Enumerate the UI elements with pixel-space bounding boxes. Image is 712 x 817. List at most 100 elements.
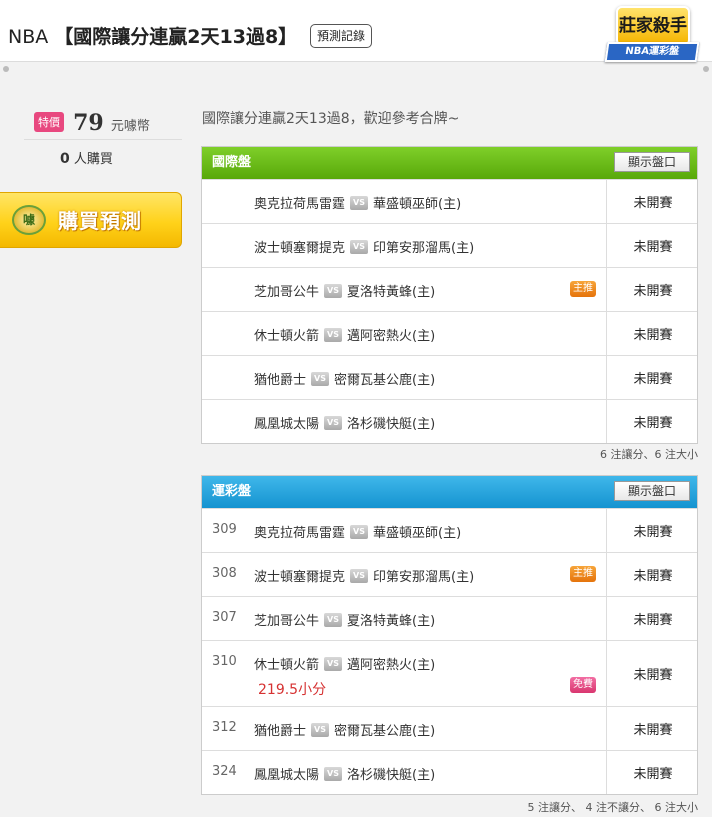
game-code: 310 [212,654,237,669]
game-cell: 310 休士頓火箭 VS 邁阿密熱火(主) 免費 219.5小分 [202,641,607,706]
away-team: 波士頓塞爾提克 [254,570,346,585]
matchup: 休士頓火箭 VS 邁阿密熱火(主) [254,325,435,344]
game-cell: 奧克拉荷馬雷霆 VS 華盛頓巫師(主) [202,180,607,223]
vs-icon: VS [324,415,343,430]
game-cell: 猶他爵士 VS 密爾瓦基公鹿(主) [202,356,607,399]
home-team: 洛杉磯快艇(主) [347,768,436,783]
matchup: 波士頓塞爾提克 VS 印第安那溜馬(主) [254,566,474,585]
vs-icon: VS [324,612,343,627]
vs-icon: VS [324,283,343,298]
game-status: 未開賽 [633,196,673,211]
coin-icon: 噱 [12,205,46,235]
featured-badge: 主推 [570,566,596,582]
matchup: 休士頓火箭 VS 邁阿密熱火(主) [254,654,435,673]
prediction-record-button[interactable]: 預測記錄 [310,24,373,48]
game-cell: 324 鳳凰城太陽 VS 洛杉磯快艇(主) [202,751,607,794]
game-row[interactable]: 鳳凰城太陽 VS 洛杉磯快艇(主) 未開賽 [202,399,697,443]
vs-icon: VS [311,722,330,737]
game-row[interactable]: 芝加哥公牛 VS 夏洛特黃蜂(主) 主推 未開賽 [202,267,697,311]
home-team: 華盛頓巫師(主) [373,197,462,212]
home-team: 邁阿密熱火(主) [347,329,436,344]
game-code: 309 [212,522,237,537]
page-title: NBA 【國際讓分連贏2天13過8】 [8,22,297,49]
game-cell: 308 波士頓塞爾提克 VS 印第安那溜馬(主) 主推 [202,553,607,596]
away-team: 猶他爵士 [254,373,307,388]
away-team: 鳳凰城太陽 [254,417,320,432]
game-row[interactable]: 休士頓火箭 VS 邁阿密熱火(主) 未開賽 [202,311,697,355]
intl-odds-panel: 國際盤 顯示盤口 奧克拉荷馬雷霆 VS 華盛頓巫師(主) 未開賽 波士頓塞爾提克 VS 印第… [201,146,698,444]
lottery-footnote: 5 注讓分、 4 注不讓分、 6 注大小 [527,801,698,814]
game-cell: 休士頓火箭 VS 邁阿密熱火(主) [202,312,607,355]
brand-logo: 莊家殺手 NBA運彩盤 [602,4,702,70]
game-cell: 芝加哥公牛 VS 夏洛特黃蜂(主) 主推 [202,268,607,311]
game-row[interactable]: 309 奧克拉荷馬雷霆 VS 華盛頓巫師(主) 未開賽 [202,508,697,552]
price-value: 79 [73,110,104,136]
buyers-label: 人購買 [73,152,113,167]
game-status: 未開賽 [633,767,673,782]
game-row[interactable]: 312 猶他爵士 VS 密爾瓦基公鹿(主) 未開賽 [202,706,697,750]
matchup: 猶他爵士 VS 密爾瓦基公鹿(主) [254,369,435,388]
game-row[interactable]: 波士頓塞爾提克 VS 印第安那溜馬(主) 未開賽 [202,223,697,267]
buy-prediction-button[interactable]: 噱 購買預測 [0,192,182,248]
matchup: 奧克拉荷馬雷霆 VS 華盛頓巫師(主) [254,522,461,541]
lottery-show-odds-button[interactable]: 顯示盤口 [614,481,690,501]
game-row[interactable]: 324 鳳凰城太陽 VS 洛杉磯快艇(主) 未開賽 [202,750,697,794]
home-team: 密爾瓦基公鹿(主) [334,724,436,739]
home-team: 印第安那溜馬(主) [373,570,475,585]
free-badge: 免費 [570,677,596,693]
away-team: 芝加哥公牛 [254,285,320,300]
game-code: 312 [212,720,237,735]
matchup: 鳳凰城太陽 VS 洛杉磯快艇(主) [254,413,435,432]
home-team: 印第安那溜馬(主) [373,241,475,256]
home-team: 夏洛特黃蜂(主) [347,285,436,300]
game-cell: 波士頓塞爾提克 VS 印第安那溜馬(主) [202,224,607,267]
game-row[interactable]: 猶他爵士 VS 密爾瓦基公鹿(主) 未開賽 [202,355,697,399]
intl-show-odds-button[interactable]: 顯示盤口 [614,152,690,172]
matchup: 芝加哥公牛 VS 夏洛特黃蜂(主) [254,610,435,629]
game-status: 未開賽 [633,372,673,387]
game-status: 未開賽 [633,328,673,343]
price-unit: 元噱幣 [110,119,150,134]
game-cell: 312 猶他爵士 VS 密爾瓦基公鹿(主) [202,707,607,750]
intl-panel-header: 國際盤 顯示盤口 [202,147,697,179]
buyers-count: 0 人購買 [60,148,113,167]
game-row[interactable]: 310 休士頓火箭 VS 邁阿密熱火(主) 免費 219.5小分 未開賽 [202,640,697,706]
game-row[interactable]: 308 波士頓塞爾提克 VS 印第安那溜馬(主) 主推 未開賽 [202,552,697,596]
lottery-games-list: 309 奧克拉荷馬雷霆 VS 華盛頓巫師(主) 未開賽 308 波士頓塞爾提克 VS 印第安那溜… [202,508,697,794]
corner-dot-left [3,66,9,72]
game-code: 307 [212,610,237,625]
game-code: 308 [212,566,237,581]
matchup: 鳳凰城太陽 VS 洛杉磯快艇(主) [254,764,435,783]
game-status: 未開賽 [633,416,673,431]
vs-icon: VS [324,327,343,342]
home-team: 華盛頓巫師(主) [373,526,462,541]
away-team: 猶他爵士 [254,724,307,739]
game-cell: 309 奧克拉荷馬雷霆 VS 華盛頓巫師(主) [202,509,607,552]
buy-prediction-label: 購買預測 [58,209,142,233]
matchup: 芝加哥公牛 VS 夏洛特黃蜂(主) [254,281,435,300]
brand-title: 莊家殺手 [616,6,690,46]
game-status: 未開賽 [633,284,673,299]
game-row[interactable]: 奧克拉荷馬雷霆 VS 華盛頓巫師(主) 未開賽 [202,179,697,223]
matchup: 猶他爵士 VS 密爾瓦基公鹿(主) [254,720,435,739]
game-status: 未開賽 [633,240,673,255]
game-row[interactable]: 307 芝加哥公牛 VS 夏洛特黃蜂(主) 未開賽 [202,596,697,640]
away-team: 休士頓火箭 [254,329,320,344]
brand-ribbon: NBA運彩盤 [604,42,700,62]
price-display: 特價 79 元噱幣 [34,110,150,136]
vs-icon: VS [350,524,369,539]
lottery-odds-panel: 運彩盤 顯示盤口 309 奧克拉荷馬雷霆 VS 華盛頓巫師(主) 未開賽 308 波士頓塞爾… [201,475,698,795]
game-code: 324 [212,764,237,779]
away-team: 奧克拉荷馬雷霆 [254,197,346,212]
away-team: 波士頓塞爾提克 [254,241,346,256]
special-price-badge: 特價 [34,112,64,132]
game-status: 未開賽 [633,613,673,628]
buyers-number: 0 [60,151,70,167]
home-team: 夏洛特黃蜂(主) [347,614,436,629]
game-status: 未開賽 [633,525,673,540]
page-header: NBA 【國際讓分連贏2天13過8】 預測記錄 莊家殺手 NBA運彩盤 [0,0,712,62]
vs-icon: VS [350,195,369,210]
vs-icon: VS [324,766,343,781]
vs-icon: VS [350,239,369,254]
intro-text: 國際讓分連贏2天13過8，歡迎參考合牌~ [202,111,460,127]
